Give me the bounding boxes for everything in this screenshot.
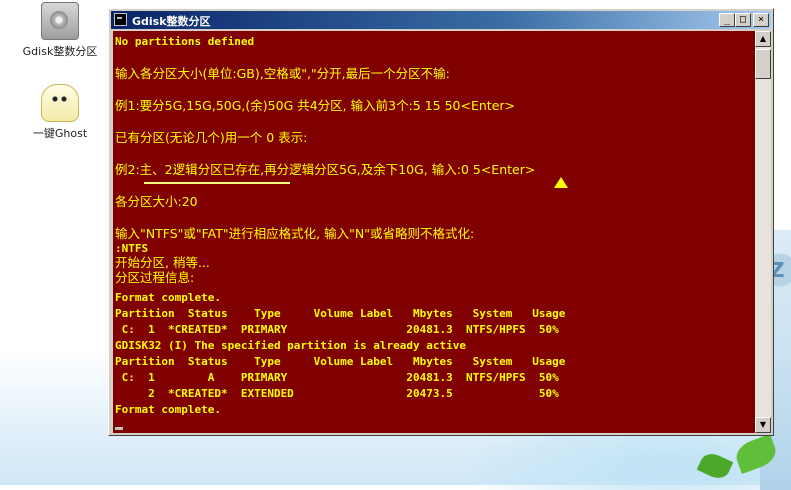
console-line: Format complete.	[115, 291, 221, 304]
console-line: 2 *CREATED* EXTENDED 20473.5 50%	[115, 387, 559, 400]
console-line: 各分区大小:20	[115, 194, 198, 209]
window-title: Gdisk整数分区	[132, 15, 211, 28]
desktop-icon-ghost[interactable]: 一键Ghost	[17, 84, 103, 141]
console-line: :NTFS	[115, 242, 149, 255]
console-line: C: 1 *CREATED* PRIMARY 20481.3 NTFS/HPFS…	[115, 323, 559, 336]
desktop-icon-gdisk[interactable]: Gdisk整数分区	[17, 2, 103, 59]
console-output[interactable]: No partitions defined 输入各分区大小(单位:GB),空格或…	[113, 31, 755, 433]
console-line: 例1:要分5G,15G,50G,(余)50G 共4分区, 输入前3个:5 15 …	[115, 98, 516, 113]
console-line: No partitions defined	[115, 35, 255, 48]
console-window: Gdisk整数分区 _ □ × No partitions defined 输入…	[108, 8, 774, 436]
highlight-underline	[144, 182, 290, 184]
scrollbar-thumb[interactable]	[755, 49, 771, 79]
title-bar[interactable]: Gdisk整数分区 _ □ ×	[111, 11, 771, 29]
console-line: 输入各分区大小(单位:GB),空格或","分开,最后一个分区不输:	[115, 66, 450, 81]
console-line: 开始分区, 稍等...	[115, 255, 210, 270]
minimize-button[interactable]: _	[719, 13, 735, 27]
text-cursor	[115, 427, 123, 430]
desktop-icon-label: 一键Ghost	[32, 127, 88, 140]
ghost-icon	[41, 84, 79, 122]
console-line: C: 1 A PRIMARY 20481.3 NTFS/HPFS 50%	[115, 371, 559, 384]
close-button[interactable]: ×	[753, 13, 769, 27]
console-line: 已有分区(无论几个)用一个 0 表示:	[115, 130, 308, 145]
console-line: Partition Status Type Volume Label Mbyte…	[115, 355, 566, 368]
console-line: 例2:主、2逻辑分区已存在,再分逻辑分区5G,及余下10G, 输入:0 5<En…	[115, 162, 536, 177]
console-line: Partition Status Type Volume Label Mbyte…	[115, 307, 566, 320]
console-line: GDISK32 (I) The specified partition is a…	[115, 339, 466, 352]
vertical-scrollbar[interactable]: ▲ ▼	[755, 31, 771, 433]
console-line: Format complete.	[115, 403, 221, 416]
console-line: 分区过程信息:	[115, 270, 195, 285]
maximize-button[interactable]: □	[735, 13, 751, 27]
scroll-up-button[interactable]: ▲	[755, 31, 771, 47]
hard-disk-icon	[41, 2, 79, 40]
scroll-down-button[interactable]: ▼	[755, 417, 771, 433]
desktop-icon-label: Gdisk整数分区	[22, 45, 98, 58]
console-app-icon[interactable]	[114, 13, 127, 26]
pointer-arrow-icon	[554, 177, 568, 188]
console-line: 输入"NTFS"或"FAT"进行相应格式化, 输入"N"或省略则不格式化:	[115, 226, 475, 241]
